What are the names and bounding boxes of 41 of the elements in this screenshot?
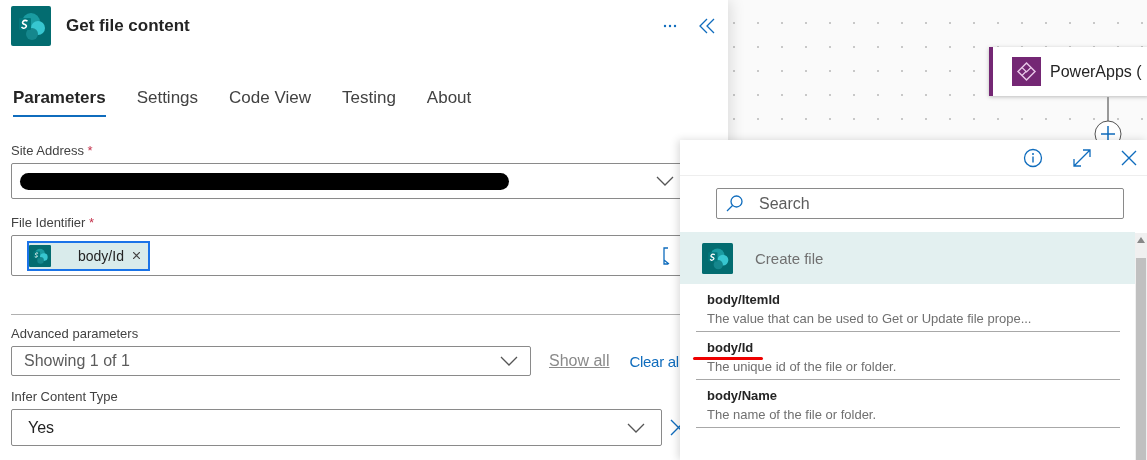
- remove-icon[interactable]: [132, 252, 140, 259]
- scroll-up-icon[interactable]: [1137, 237, 1145, 243]
- token-description: The name of the file or folder.: [707, 407, 878, 422]
- scrollbar-thumb[interactable]: [1136, 258, 1146, 460]
- powerapps-icon: [1012, 57, 1041, 86]
- search-field[interactable]: Search: [716, 188, 1124, 219]
- tab[interactable]: Testing: [341, 82, 396, 117]
- scrollbar[interactable]: [1135, 233, 1147, 460]
- field-label: Site Address *: [11, 143, 94, 160]
- chevron-down-icon[interactable]: [627, 422, 645, 433]
- token-name[interactable]: body/Name: [707, 388, 1120, 403]
- field-label: File Identifier *: [11, 215, 96, 232]
- group-header[interactable]: Create file: [680, 232, 1135, 284]
- more-icon[interactable]: [663, 24, 677, 28]
- action-title: Get file content: [66, 16, 190, 36]
- sharepoint-icon: [29, 244, 51, 267]
- info-icon[interactable]: [1023, 147, 1043, 168]
- advanced-parameters-dropdown[interactable]: Showing 1 of 1: [11, 346, 531, 376]
- tab[interactable]: Code View: [229, 82, 311, 117]
- collapse-icon[interactable]: [699, 18, 715, 34]
- token-name[interactable]: body/ItemId: [707, 292, 1120, 307]
- chevron-down-icon[interactable]: [656, 176, 674, 186]
- expand-icon[interactable]: [1073, 148, 1091, 167]
- clear-all-link[interactable]: Clear al: [629, 352, 679, 370]
- sharepoint-icon: [702, 242, 733, 274]
- sharepoint-icon: [11, 6, 51, 46]
- flow-node[interactable]: PowerApps (: [989, 47, 1147, 96]
- close-icon[interactable]: [1121, 149, 1137, 166]
- tab[interactable]: Parameters: [13, 82, 106, 117]
- search-icon: [726, 195, 743, 212]
- field-label: Advanced parameters: [11, 326, 140, 343]
- tab[interactable]: Settings: [136, 82, 199, 117]
- token-description: The unique id of the file or folder.: [707, 359, 898, 374]
- add-step-icon[interactable]: [1094, 120, 1122, 140]
- token-chip[interactable]: body/Id: [27, 240, 150, 271]
- token-name[interactable]: body/Id: [707, 340, 1120, 355]
- tab[interactable]: About: [426, 82, 472, 117]
- show-all-link[interactable]: Show all: [549, 352, 610, 370]
- chevron-down-icon[interactable]: [500, 356, 518, 366]
- token-description: The value that can be used to Get or Update file prope...: [707, 311, 1033, 326]
- infer-content-type-dropdown[interactable]: Yes: [11, 409, 662, 446]
